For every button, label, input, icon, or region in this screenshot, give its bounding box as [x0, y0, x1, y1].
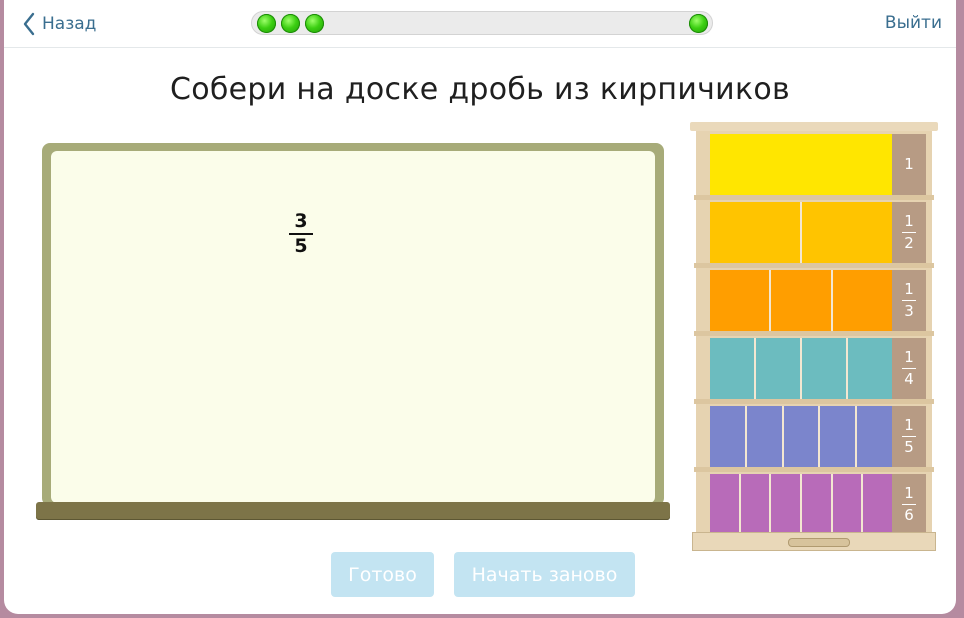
exit-button[interactable]: Выйти: [885, 13, 942, 33]
fraction-brick[interactable]: [710, 134, 892, 195]
brick-label: 13: [892, 270, 926, 331]
target-numerator: 3: [294, 210, 308, 232]
label-fraction-bar: [902, 368, 916, 369]
label-numerator: 1: [904, 348, 914, 366]
fraction-brick[interactable]: [802, 202, 892, 263]
brick-label: 15: [892, 406, 926, 467]
shelf-row-6: 16: [706, 474, 926, 535]
shelf-row-4: 14: [706, 338, 926, 399]
progress-dot: [689, 14, 708, 33]
brick-label: 1: [892, 134, 926, 195]
brick-group: [710, 134, 892, 195]
progress-bar: [251, 11, 713, 35]
fraction-brick[interactable]: [710, 406, 745, 467]
fraction-brick[interactable]: [802, 338, 846, 399]
shelf-row-1: 1: [706, 134, 926, 195]
fraction-brick[interactable]: [710, 270, 770, 331]
brick-label: 14: [892, 338, 926, 399]
shelf-top: [690, 122, 938, 131]
fraction-brick[interactable]: [740, 474, 770, 535]
chevron-left-icon: [23, 12, 35, 36]
brick-group: [710, 270, 892, 331]
target-denominator: 5: [294, 235, 308, 257]
brick-group: [710, 406, 892, 467]
label-numerator: 1: [904, 484, 914, 502]
shelf-plank: [694, 467, 934, 472]
fraction-brick[interactable]: [802, 474, 831, 535]
fraction-brick[interactable]: [820, 406, 856, 467]
fraction-brick[interactable]: [848, 338, 892, 399]
fraction-brick[interactable]: [710, 202, 800, 263]
label-fraction-bar: [902, 300, 916, 301]
label-denominator: 5: [904, 438, 914, 456]
board-drop-area[interactable]: [51, 151, 655, 503]
label-denominator: 6: [904, 506, 914, 524]
restart-button[interactable]: Начать заново: [454, 552, 635, 597]
brick-group: [710, 474, 893, 535]
label-fraction-bar: [902, 504, 916, 505]
label-fraction-bar: [902, 232, 916, 233]
shelf-drawer: [692, 532, 936, 551]
brick-label: 12: [892, 202, 926, 263]
back-label: Назад: [42, 14, 97, 34]
back-button[interactable]: Назад: [22, 12, 96, 36]
fraction-brick[interactable]: [832, 474, 862, 535]
shelf-plank: [694, 263, 934, 268]
fraction-brick[interactable]: [771, 270, 831, 331]
label-numerator: 1: [904, 212, 914, 230]
fraction-brick[interactable]: [710, 338, 754, 399]
fraction-brick[interactable]: [710, 474, 739, 535]
drawer-handle: [788, 538, 850, 547]
progress-dot: [305, 14, 324, 33]
brick-shelf: 11213141516: [690, 122, 938, 552]
shelf-row-2: 12: [706, 202, 926, 263]
label-fraction-bar: [902, 436, 916, 437]
shelf-plank: [694, 195, 934, 200]
brick-group: [710, 338, 892, 399]
fraction-brick[interactable]: [863, 474, 893, 535]
target-fraction: 3 5: [287, 212, 315, 256]
label-numerator: 1: [904, 416, 914, 434]
label-numerator: 1: [904, 280, 914, 298]
shelf-row-3: 13: [706, 270, 926, 331]
label-denominator: 2: [904, 234, 914, 252]
chalkboard: [42, 143, 664, 506]
fraction-brick[interactable]: [746, 406, 782, 467]
fraction-brick[interactable]: [783, 406, 819, 467]
label-numerator: 1: [904, 155, 914, 173]
label-denominator: 4: [904, 370, 914, 388]
brick-group: [710, 202, 892, 263]
fraction-brick[interactable]: [756, 338, 800, 399]
fraction-brick[interactable]: [857, 406, 892, 467]
shelf-plank: [694, 399, 934, 404]
progress-dot: [281, 14, 300, 33]
brick-label: 16: [892, 474, 926, 535]
label-denominator: 3: [904, 302, 914, 320]
exercise-card: Назад Выйти Собери на доске дробь из кир…: [4, 0, 956, 614]
chalkboard-ledge: [36, 502, 670, 520]
done-button[interactable]: Готово: [331, 552, 434, 597]
fraction-brick[interactable]: [771, 474, 801, 535]
fraction-brick[interactable]: [832, 270, 892, 331]
progress-dot: [257, 14, 276, 33]
top-bar: Назад Выйти: [4, 0, 956, 48]
shelf-plank: [694, 331, 934, 336]
shelf-row-5: 15: [706, 406, 926, 467]
task-title: Собери на доске дробь из кирпичиков: [169, 72, 791, 107]
